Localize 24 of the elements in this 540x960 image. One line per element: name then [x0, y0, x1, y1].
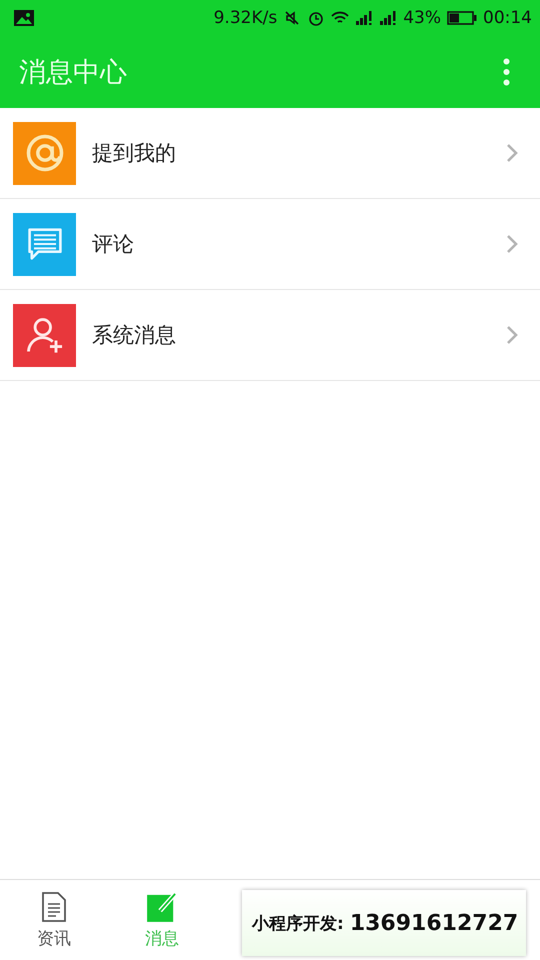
chevron-right-icon [506, 143, 518, 163]
item-label: 系统消息 [92, 322, 177, 349]
network-speed: 9.32K/s [214, 8, 278, 28]
nav-tab[interactable]: 资讯 [0, 890, 108, 950]
signal-icon [379, 10, 398, 26]
mute-icon [283, 10, 302, 26]
list-item[interactable]: 系统消息 [0, 290, 540, 381]
item-label: 评论 [92, 231, 135, 258]
page-title: 消息中心 [19, 56, 127, 90]
document-icon [39, 890, 69, 922]
gallery-icon [14, 10, 34, 26]
list-item[interactable]: 评论 [0, 199, 540, 290]
more-icon[interactable] [503, 58, 510, 86]
battery-icon [447, 11, 477, 25]
battery-percent: 43% [403, 8, 441, 28]
list-item[interactable]: 提到我的 [0, 108, 540, 199]
chevron-right-icon [506, 234, 518, 254]
phone-number: 13691612727 [350, 910, 518, 936]
chevron-right-icon [506, 325, 518, 345]
banner-label: 小程序开发: [252, 912, 344, 934]
alarm-icon [307, 10, 326, 26]
item-label: 提到我的 [92, 140, 177, 167]
signal-icon [355, 10, 374, 26]
clock: 00:14 [483, 8, 532, 28]
